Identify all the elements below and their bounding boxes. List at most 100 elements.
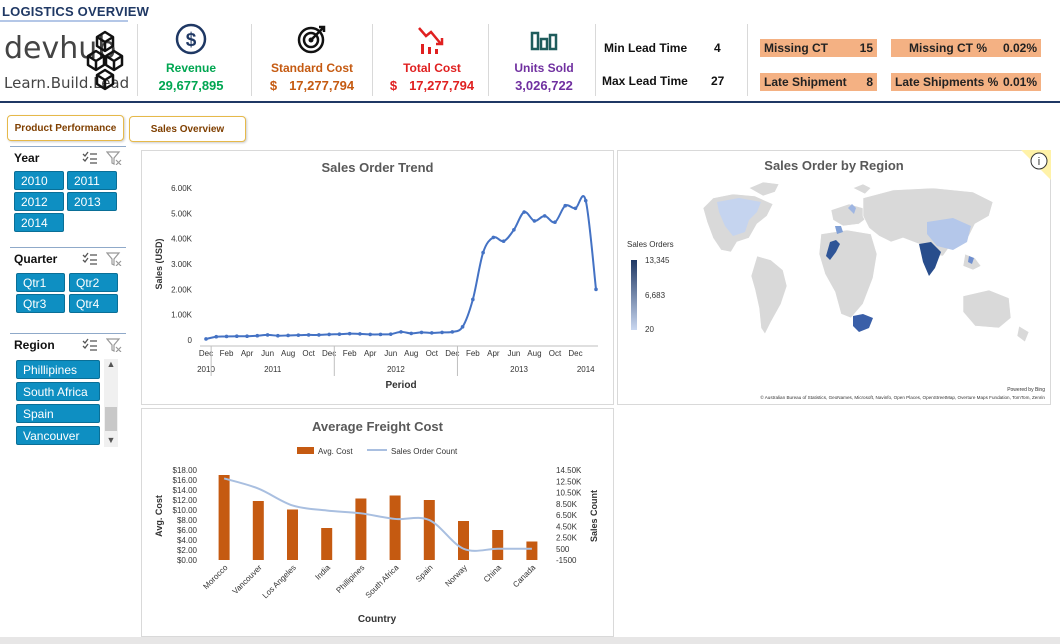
freight-bar [287, 509, 298, 560]
map-legend-mid: 6,683 [645, 291, 666, 300]
kpi-revenue-value: 29,677,895 [158, 78, 224, 93]
trend-month-label: Jun [261, 349, 274, 358]
trend-y-tick: 6.00K [171, 184, 193, 193]
freight-category-label: South Africa [364, 563, 401, 600]
trend-point [276, 333, 280, 338]
header-divider [0, 101, 1060, 103]
trend-y-tick: 0 [188, 336, 193, 345]
kpi-units-sold-label: Units Sold [514, 61, 574, 75]
trend-point [224, 334, 229, 339]
product-performance-button[interactable]: Product Performance [7, 115, 124, 141]
freight-category-label: Canada [511, 563, 538, 590]
quarter-chip-qtr1[interactable]: Qtr1 [16, 273, 65, 292]
map-powered-by: Powered by Bing [1007, 387, 1045, 393]
freight-category-label: Norway [443, 563, 469, 589]
world-map[interactable]: i Sales Orders 13,345 6,683 20 Powered b… [617, 150, 1051, 405]
clear-filter-icon[interactable] [106, 252, 122, 266]
trend-y-tick: 3.00K [171, 260, 193, 269]
legend-line-label: Sales Order Count [391, 447, 458, 456]
late-shipment-pct-badge: Late Shipments % 0.01% [891, 73, 1041, 91]
late-shipment-pct-value: 0.01% [1002, 75, 1037, 89]
sales-trend-chart: Sales (USD) Period 0 1.00K 2.00K 3.00K 4.00K… [154, 184, 598, 391]
quarter-chip-qtr4[interactable]: Qtr4 [69, 294, 118, 313]
map-attribution: © Australian Bureau of Statistics, GeoNa… [760, 394, 1045, 400]
trend-point [460, 325, 465, 329]
devhub-logo: devhub Learn.Build.Lead [2, 24, 129, 96]
freight-category-label: Spain [414, 563, 435, 584]
freight-y-tick: $8.00 [177, 516, 198, 525]
sales-order-count-line [223, 477, 532, 552]
trend-point [594, 287, 598, 292]
year-chip-2010[interactable]: 2010 [14, 171, 64, 190]
freight-y-tick: $12.00 [173, 496, 198, 505]
trend-point [234, 334, 239, 338]
multi-select-icon[interactable] [82, 338, 98, 352]
region-chip-phillipines[interactable]: Phillipines [16, 360, 100, 379]
quarter-slicer-title: Quarter [14, 252, 58, 266]
target-icon [297, 25, 326, 54]
clear-filter-icon[interactable] [106, 151, 122, 165]
freight-y-tick: $14.00 [173, 486, 198, 495]
trend-year-label: 2011 [264, 365, 282, 374]
year-chip-2014[interactable]: 2014 [14, 213, 64, 232]
region-chip-spain[interactable]: Spain [16, 404, 100, 423]
missing-ct-pct-value: 0.02% [1002, 41, 1037, 55]
trend-point [327, 332, 331, 337]
quarter-chip-qtr3[interactable]: Qtr3 [16, 294, 65, 313]
trend-point [583, 198, 588, 203]
freight-y2-tick: -1500 [556, 556, 577, 565]
scrollbar-thumb[interactable] [105, 407, 117, 431]
late-shipment-label: Late Shipment [764, 75, 847, 89]
missing-ct-pct-label: Missing CT % [909, 41, 988, 55]
region-south-africa[interactable] [853, 314, 873, 332]
freight-y2-tick: 10.50K [556, 489, 582, 498]
trend-year-label: 2010 [197, 365, 215, 374]
missing-ct-pct-badge: Missing CT % 0.02% [891, 39, 1041, 57]
trend-point [429, 331, 434, 335]
trend-x-axis-label: Period [385, 380, 416, 391]
clear-filter-icon[interactable] [106, 338, 122, 352]
region-scrollbar[interactable]: ▲ ▼ [104, 359, 118, 447]
multi-select-icon[interactable] [82, 252, 98, 266]
freight-y2-tick: 500 [556, 545, 570, 554]
freight-y-axis-label: Avg. Cost [154, 495, 164, 537]
trend-point [501, 239, 506, 243]
freight-y-tick: $18.00 [173, 466, 198, 475]
trend-year-label: 2014 [577, 365, 595, 374]
sheet-tab-strip [0, 637, 1060, 644]
trend-y-tick: 2.00K [171, 285, 193, 294]
trend-point [491, 235, 496, 240]
region-chip-south-africa[interactable]: South Africa [16, 382, 100, 401]
freight-bar [526, 541, 538, 560]
year-chip-2011[interactable]: 2011 [67, 171, 117, 190]
trend-y-tick: 4.00K [171, 235, 193, 244]
quarter-chip-qtr2[interactable]: Qtr2 [69, 273, 118, 292]
year-chip-2013[interactable]: 2013 [67, 192, 117, 211]
info-icon-glyph: i [1038, 156, 1040, 168]
bar-chart-icon [530, 31, 558, 51]
sales-overview-button[interactable]: Sales Overview [129, 116, 246, 142]
scroll-up-icon[interactable]: ▲ [104, 359, 118, 369]
trend-point [204, 337, 208, 341]
trend-month-label: Apr [241, 349, 254, 358]
freight-category-label: Morocco [201, 563, 229, 591]
trend-month-label: Dec [568, 349, 582, 358]
region-chip-vancouver[interactable]: Vancouver [16, 426, 100, 445]
trend-point [265, 333, 270, 337]
kpi-total-cost-label: Total Cost [403, 61, 461, 75]
trend-month-label: Oct [426, 349, 439, 358]
year-slicer: Year [10, 146, 126, 165]
map-legend-gradient [631, 260, 637, 330]
freight-bar [321, 528, 333, 560]
min-lead-time-label: Min Lead Time [604, 41, 688, 55]
trend-point [286, 333, 290, 338]
kpi-units-sold-value: 3,026,722 [515, 78, 573, 93]
scroll-down-icon[interactable]: ▼ [104, 435, 118, 445]
trend-point [573, 206, 578, 211]
freight-y2-tick: 2.50K [556, 534, 578, 543]
multi-select-icon[interactable] [82, 151, 98, 165]
year-chip-2012[interactable]: 2012 [14, 192, 64, 211]
trend-point [306, 333, 311, 337]
kpi-total-cost-prefix: $ [389, 78, 398, 93]
missing-ct-value: 15 [859, 41, 873, 55]
